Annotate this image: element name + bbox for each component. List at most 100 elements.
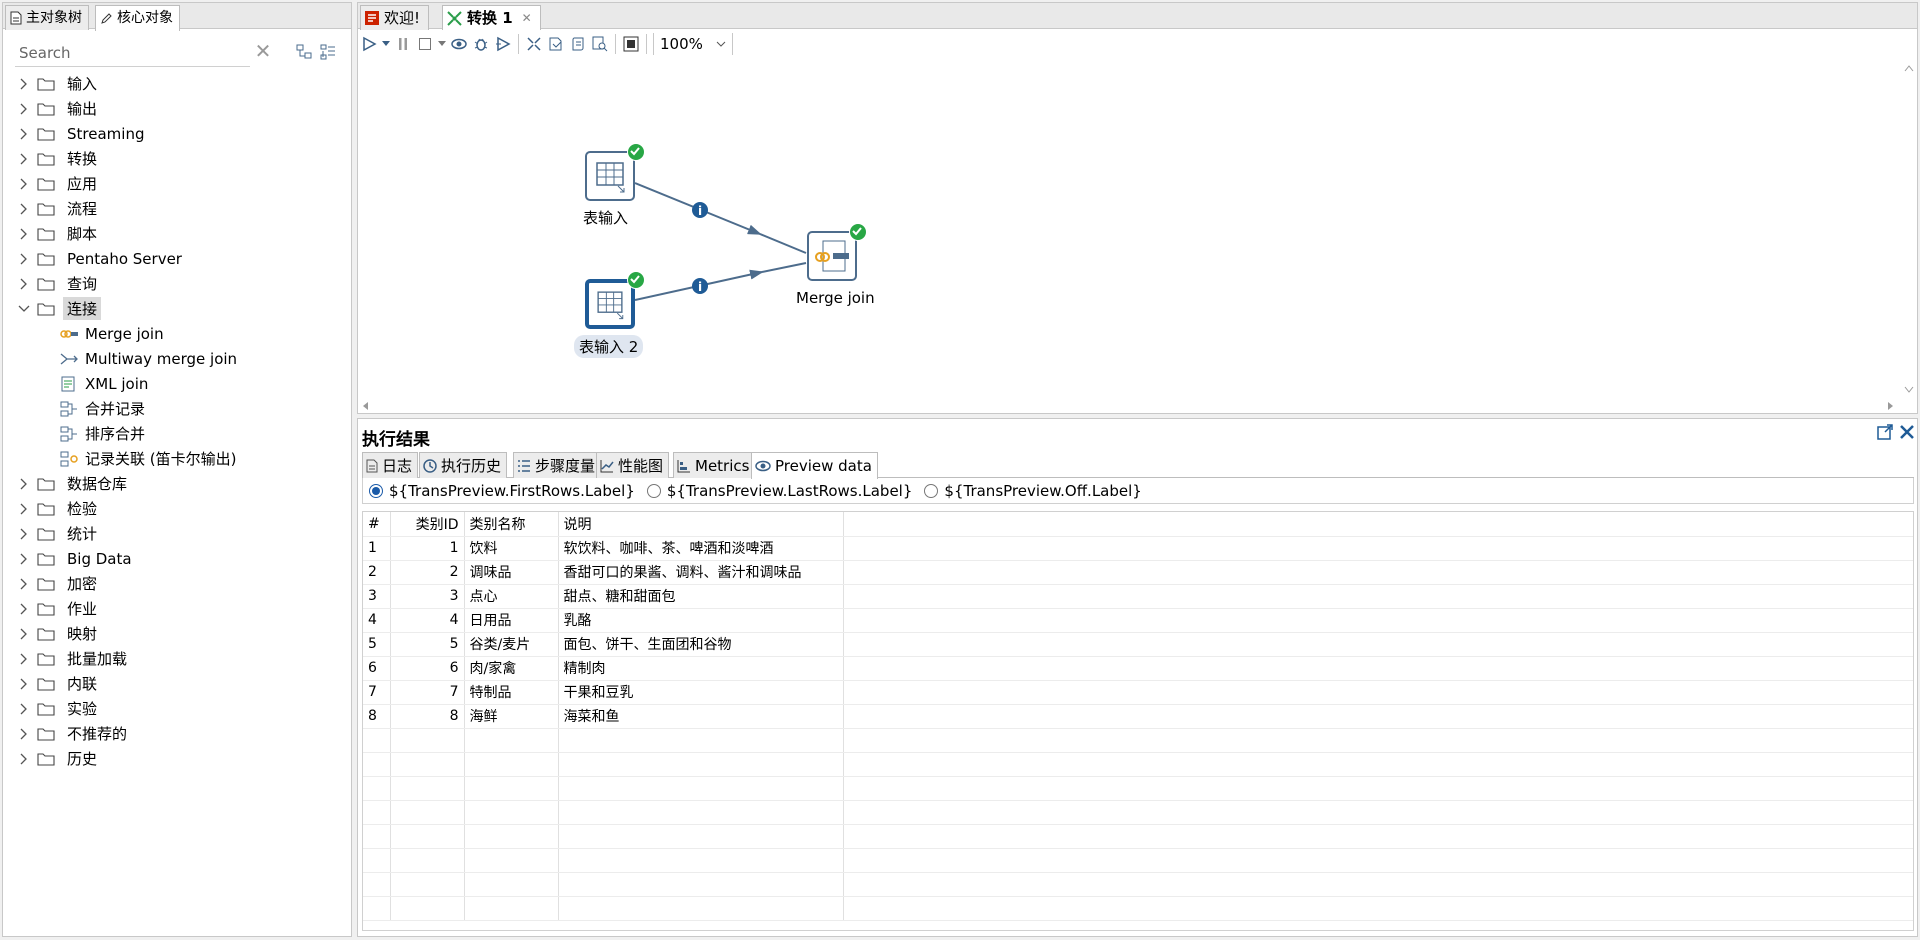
run-options-dropdown-icon[interactable]	[380, 33, 392, 55]
explore-db-icon[interactable]	[589, 33, 611, 55]
collapse-all-icon[interactable]	[295, 43, 313, 61]
tree-category[interactable]: 历史	[3, 746, 351, 771]
sql-icon[interactable]	[567, 33, 589, 55]
tab-core-objects[interactable]: 核心对象	[95, 5, 180, 31]
chevron-right-icon[interactable]	[17, 752, 31, 766]
tab-log[interactable]: 日志	[362, 452, 419, 478]
radio-first-rows[interactable]: ${TransPreview.FirstRows.Label}	[369, 482, 635, 500]
tree-category[interactable]: 映射	[3, 621, 351, 646]
chevron-right-icon[interactable]	[17, 702, 31, 716]
chevron-right-icon[interactable]	[17, 677, 31, 691]
tree-category[interactable]: 连接	[3, 296, 351, 321]
chevron-right-icon[interactable]	[17, 627, 31, 641]
zoom-select[interactable]: 100%	[653, 33, 733, 55]
radio-button[interactable]	[646, 483, 661, 498]
tree-step-item[interactable]: Multiway merge join	[3, 346, 351, 371]
search-input[interactable]	[19, 41, 244, 65]
tab-execution-history[interactable]: 执行历史	[419, 452, 508, 478]
column-header-index[interactable]: #	[363, 512, 391, 537]
radio-button[interactable]	[369, 483, 383, 498]
table-row[interactable]: 6 6 肉/家禽 精制肉	[363, 656, 1913, 681]
replay-icon[interactable]	[492, 33, 514, 55]
tree-step-item[interactable]: 排序合并	[3, 421, 351, 446]
tree-step-item[interactable]: XML join	[3, 371, 351, 396]
maximize-icon[interactable]	[1876, 423, 1894, 441]
chevron-right-icon[interactable]	[17, 552, 31, 566]
tree-category[interactable]: 内联	[3, 671, 351, 696]
tree-category[interactable]: 应用	[3, 171, 351, 196]
tab-performance-chart[interactable]: 性能图	[596, 452, 670, 478]
tree-step-item[interactable]: 记录关联 (笛卡尔输出)	[3, 446, 351, 471]
tab-transformation-1[interactable]: 转换 1 ✕	[442, 5, 541, 31]
chevron-right-icon[interactable]	[17, 177, 31, 191]
pause-icon[interactable]	[392, 33, 414, 55]
tree-category[interactable]: 统计	[3, 521, 351, 546]
hop-table-input-2-to-merge-join[interactable]: i	[634, 262, 807, 301]
chevron-down-icon[interactable]	[17, 302, 31, 316]
tab-welcome[interactable]: 欢迎!	[360, 5, 430, 30]
tree-category[interactable]: 查询	[3, 271, 351, 296]
chevron-right-icon[interactable]	[17, 127, 31, 141]
tree-category[interactable]: 批量加载	[3, 646, 351, 671]
impact-analysis-icon[interactable]	[545, 33, 567, 55]
expand-all-icon[interactable]	[319, 43, 337, 61]
tab-step-metrics[interactable]: 步骤度量	[513, 452, 602, 478]
tab-preview-data[interactable]: Preview data	[751, 452, 878, 479]
chevron-right-icon[interactable]	[17, 277, 31, 291]
table-row[interactable]: 3 3 点心 甜点、糖和甜面包	[363, 584, 1913, 609]
verify-icon[interactable]	[523, 33, 545, 55]
tree-category[interactable]: 数据仓库	[3, 471, 351, 496]
hop-table-input-to-merge-join[interactable]: i	[634, 182, 807, 254]
chevron-right-icon[interactable]	[17, 577, 31, 591]
chevron-right-icon[interactable]	[17, 652, 31, 666]
canvas-horizontal-scrollbar[interactable]	[358, 399, 1900, 413]
radio-button[interactable]	[924, 483, 939, 498]
chevron-right-icon[interactable]	[17, 502, 31, 516]
chevron-right-icon[interactable]	[17, 202, 31, 216]
tree-category[interactable]: 转换	[3, 146, 351, 171]
chevron-right-icon[interactable]	[17, 227, 31, 241]
chevron-right-icon[interactable]	[17, 727, 31, 741]
tree-category[interactable]: Big Data	[3, 546, 351, 571]
column-header-category-name[interactable]: 类别名称	[464, 512, 559, 537]
debug-icon[interactable]	[470, 33, 492, 55]
tree-step-item[interactable]: Merge join	[3, 321, 351, 346]
table-row[interactable]: 5 5 谷类/麦片 面包、饼干、生面团和谷物	[363, 632, 1913, 657]
column-header-category-id[interactable]: 类别ID	[390, 512, 465, 537]
tree-category[interactable]: 输入	[3, 71, 351, 96]
clear-search-icon[interactable]: ✕	[253, 41, 273, 61]
tab-metrics[interactable]: Metrics	[673, 452, 756, 478]
close-tab-icon[interactable]: ✕	[522, 7, 532, 30]
tree-category[interactable]: 流程	[3, 196, 351, 221]
chevron-right-icon[interactable]	[17, 152, 31, 166]
chevron-right-icon[interactable]	[17, 477, 31, 491]
tree-category[interactable]: 作业	[3, 596, 351, 621]
chevron-right-icon[interactable]	[17, 102, 31, 116]
stop-options-dropdown-icon[interactable]	[436, 33, 448, 55]
radio-off[interactable]: ${TransPreview.Off.Label}	[924, 482, 1142, 500]
close-icon[interactable]	[1898, 423, 1916, 441]
table-row[interactable]: 7 7 特制品 干果和豆乳	[363, 680, 1913, 705]
table-row[interactable]: 8 8 海鲜 海菜和鱼	[363, 704, 1913, 729]
preview-icon[interactable]	[448, 33, 470, 55]
show-results-icon[interactable]	[620, 33, 642, 55]
chevron-right-icon[interactable]	[17, 527, 31, 541]
tree-category[interactable]: 加密	[3, 571, 351, 596]
tab-main-object-tree[interactable]: 主对象树	[5, 5, 89, 30]
tree-category[interactable]: 脚本	[3, 221, 351, 246]
run-icon[interactable]	[358, 33, 380, 55]
stop-icon[interactable]	[414, 33, 436, 55]
chevron-right-icon[interactable]	[17, 252, 31, 266]
column-header-description[interactable]: 说明	[558, 512, 844, 537]
tree-category[interactable]: 不推荐的	[3, 721, 351, 746]
chevron-right-icon[interactable]	[17, 602, 31, 616]
tree-category[interactable]: Streaming	[3, 121, 351, 146]
canvas-vertical-scrollbar[interactable]	[1901, 59, 1917, 399]
table-row[interactable]: 1 1 饮料 软饮料、咖啡、茶、啤酒和淡啤酒	[363, 536, 1913, 561]
preview-data-table[interactable]: # 类别ID 类别名称 说明 1 1 饮料 软饮料、咖啡、茶、啤酒和淡啤酒 2 2 调味品香…	[362, 511, 1914, 931]
table-row[interactable]: 4 4 日用品 乳酪	[363, 608, 1913, 633]
table-row[interactable]: 2 2 调味品 香甜可口的果酱、调料、酱汁和调味品	[363, 560, 1913, 585]
chevron-right-icon[interactable]	[17, 77, 31, 91]
transformation-canvas[interactable]: i i 表输入 表输入 2 Merge join	[358, 59, 1900, 399]
tree-category[interactable]: 检验	[3, 496, 351, 521]
